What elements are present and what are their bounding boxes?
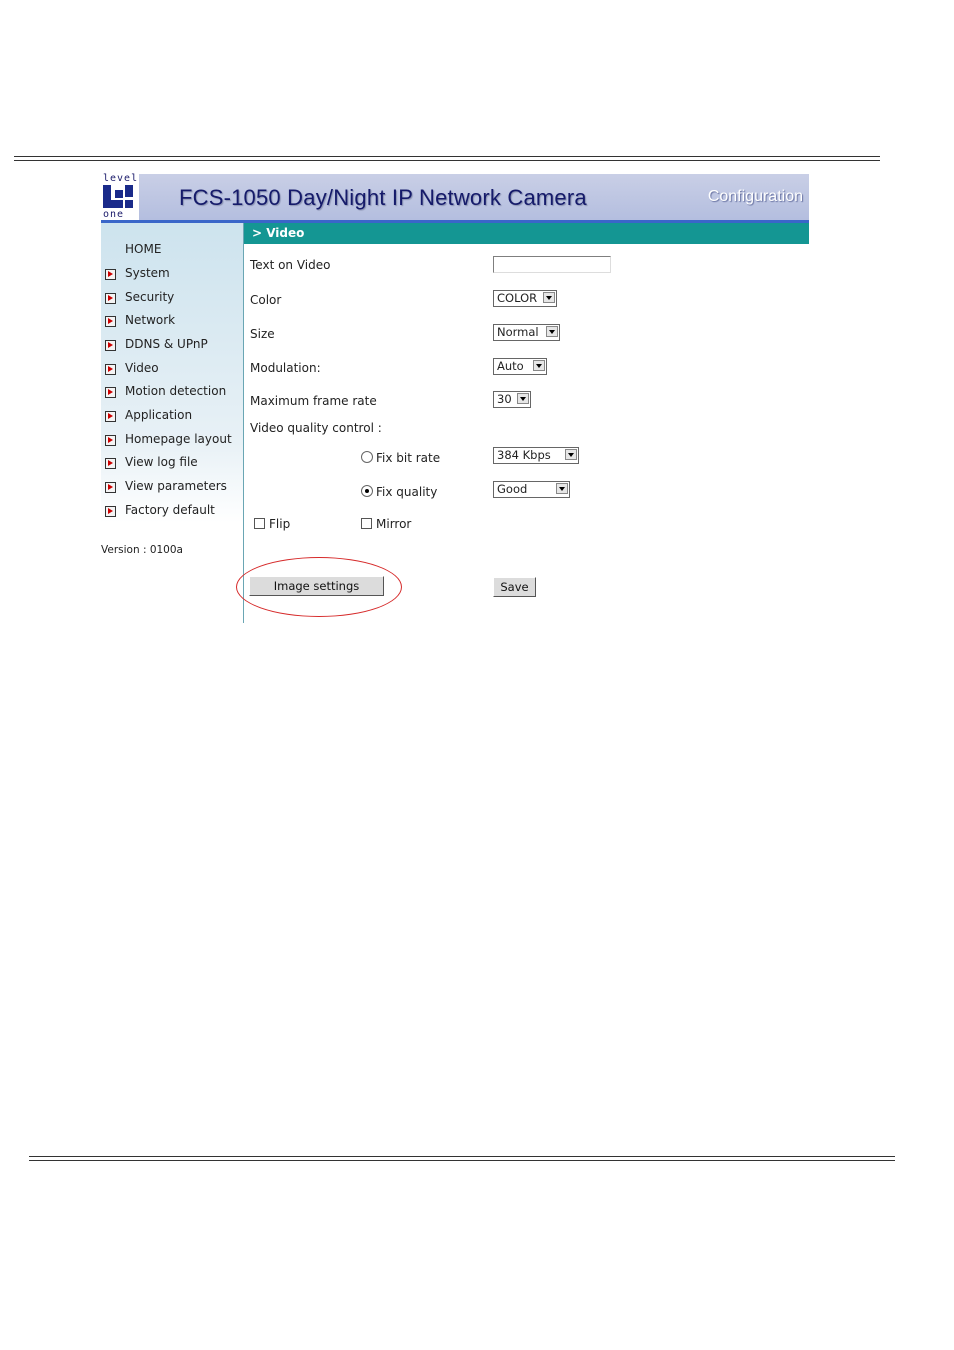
flip-label: Flip — [269, 517, 291, 531]
arrow-right-icon — [105, 411, 116, 422]
arrow-right-icon — [105, 458, 116, 469]
chevron-down-icon[interactable] — [556, 483, 568, 494]
top-rule — [14, 156, 880, 157]
arrow-right-icon — [105, 340, 116, 351]
text-on-video-input[interactable] — [493, 256, 611, 273]
bottom-rule — [29, 1156, 895, 1157]
modulation-select[interactable]: Auto — [493, 358, 547, 375]
sidebar-item-label: DDNS & UPnP — [125, 337, 208, 351]
chevron-down-icon[interactable] — [543, 292, 555, 303]
fix-bit-rate-radio[interactable] — [361, 451, 373, 463]
sidebar-item-label: System — [125, 266, 170, 280]
section-title: Configuration — [707, 188, 803, 205]
max-frame-rate-label: Maximum frame rate — [250, 394, 377, 408]
firmware-version: Version : 0100a — [101, 544, 183, 556]
highlight-circle — [236, 557, 402, 617]
flip-checkbox[interactable] — [254, 518, 265, 529]
video-quality-control-label: Video quality control : — [250, 421, 382, 435]
bit-rate-select-value: 384 Kbps — [497, 448, 551, 462]
quality-select-value: Good — [497, 482, 528, 496]
size-select[interactable]: Normal — [493, 324, 560, 341]
fix-bit-rate-label: Fix bit rate — [376, 451, 441, 465]
chevron-down-icon[interactable] — [546, 326, 558, 337]
modulation-label: Modulation: — [250, 361, 321, 375]
breadcrumb: > Video — [244, 223, 809, 244]
header-banner: level one FCS-1050 Day/Night IP Network … — [101, 173, 809, 223]
levelone-logo: level one — [101, 173, 139, 220]
sidebar-item-label: Motion detection — [125, 384, 227, 398]
max-frame-rate-value: 30 — [497, 392, 512, 406]
chevron-down-icon[interactable] — [533, 360, 545, 371]
chevron-down-icon[interactable] — [565, 449, 577, 460]
mirror-checkbox[interactable] — [361, 518, 372, 529]
logo-top-text: level — [103, 173, 139, 184]
chevron-down-icon[interactable] — [517, 393, 529, 404]
bit-rate-select[interactable]: 384 Kbps — [493, 447, 579, 464]
fix-quality-radio[interactable] — [361, 485, 373, 497]
bottom-rule-thin — [29, 1160, 895, 1161]
logo-mark — [103, 185, 136, 208]
arrow-right-icon — [105, 435, 116, 446]
sidebar: HOME System Security Network DDNS & UPnP… — [101, 223, 244, 623]
breadcrumb-label: > Video — [252, 226, 305, 240]
sidebar-item-label: View log file — [125, 455, 198, 469]
sidebar-item-label: Video — [125, 361, 159, 375]
page-title: FCS-1050 Day/Night IP Network Camera — [179, 185, 587, 210]
quality-select[interactable]: Good — [493, 481, 570, 498]
sidebar-item-label: Homepage layout — [125, 432, 232, 446]
arrow-right-icon — [105, 269, 116, 280]
max-frame-rate-select[interactable]: 30 — [493, 391, 531, 408]
arrow-right-icon — [105, 506, 116, 517]
save-button[interactable]: Save — [493, 577, 536, 597]
sidebar-item-label: Application — [125, 408, 193, 422]
arrow-right-icon — [105, 482, 116, 493]
color-select-value: COLOR — [497, 291, 538, 305]
text-on-video-label: Text on Video — [250, 258, 331, 272]
sidebar-item-label: Network — [125, 313, 176, 327]
mirror-label: Mirror — [376, 517, 412, 531]
arrow-right-icon — [105, 293, 116, 304]
size-select-value: Normal — [497, 325, 539, 339]
sidebar-item-label: Factory default — [125, 503, 215, 517]
sidebar-item-label: HOME — [125, 242, 162, 256]
logo-bottom-text: one — [103, 209, 125, 220]
arrow-right-icon — [105, 387, 116, 398]
color-select[interactable]: COLOR — [493, 290, 557, 307]
sidebar-item-label: Security — [125, 290, 175, 304]
size-label: Size — [250, 327, 275, 341]
sidebar-item-label: View parameters — [125, 479, 227, 493]
color-label: Color — [250, 293, 282, 307]
modulation-select-value: Auto — [497, 359, 524, 373]
arrow-right-icon — [105, 364, 116, 375]
top-rule-thin — [14, 160, 880, 161]
arrow-right-icon — [105, 316, 116, 327]
fix-quality-label: Fix quality — [376, 485, 438, 499]
